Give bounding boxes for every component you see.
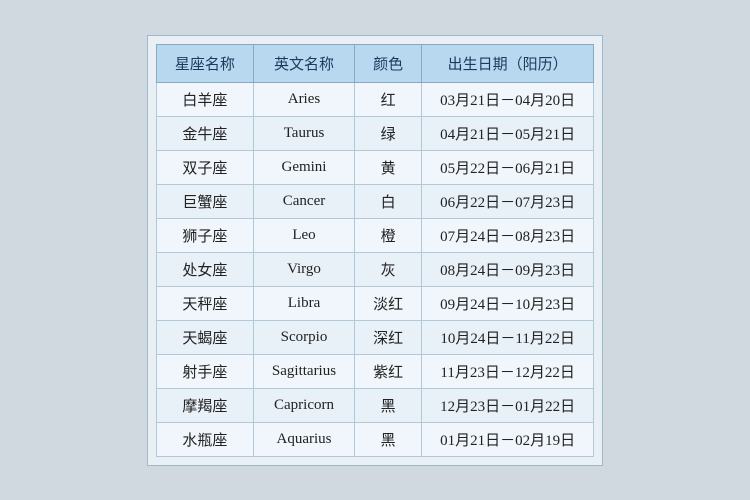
table-cell: Aquarius [253,422,354,456]
table-cell: Cancer [253,184,354,218]
table-cell: 橙 [355,218,422,252]
table-header-cell: 星座名称 [156,44,253,82]
table-row: 双子座Gemini黄05月22日－06月21日 [156,150,593,184]
table-header-cell: 颜色 [355,44,422,82]
table-cell: 红 [355,82,422,116]
table-cell: 绿 [355,116,422,150]
table-cell: Capricorn [253,388,354,422]
table-row: 巨蟹座Cancer白06月22日－07月23日 [156,184,593,218]
table-row: 射手座Sagittarius紫红11月23日－12月22日 [156,354,593,388]
table-cell: 双子座 [156,150,253,184]
table-cell: 摩羯座 [156,388,253,422]
table-row: 处女座Virgo灰08月24日－09月23日 [156,252,593,286]
table-cell: 金牛座 [156,116,253,150]
table-cell: Libra [253,286,354,320]
table-cell: 射手座 [156,354,253,388]
table-cell: 白 [355,184,422,218]
zodiac-table-container: 星座名称英文名称颜色出生日期（阳历） 白羊座Aries红03月21日－04月20… [147,35,603,466]
table-cell: Leo [253,218,354,252]
table-cell: 10月24日－11月22日 [422,320,594,354]
table-cell: 处女座 [156,252,253,286]
table-cell: Gemini [253,150,354,184]
table-header-cell: 出生日期（阳历） [422,44,594,82]
table-row: 白羊座Aries红03月21日－04月20日 [156,82,593,116]
table-cell: 12月23日－01月22日 [422,388,594,422]
table-cell: 狮子座 [156,218,253,252]
table-cell: Virgo [253,252,354,286]
table-cell: 深红 [355,320,422,354]
table-cell: 03月21日－04月20日 [422,82,594,116]
table-cell: Aries [253,82,354,116]
table-row: 狮子座Leo橙07月24日－08月23日 [156,218,593,252]
table-row: 天秤座Libra淡红09月24日－10月23日 [156,286,593,320]
table-cell: 黑 [355,422,422,456]
table-cell: Sagittarius [253,354,354,388]
table-cell: 09月24日－10月23日 [422,286,594,320]
table-row: 天蝎座Scorpio深红10月24日－11月22日 [156,320,593,354]
table-cell: 11月23日－12月22日 [422,354,594,388]
table-cell: 淡红 [355,286,422,320]
zodiac-table: 星座名称英文名称颜色出生日期（阳历） 白羊座Aries红03月21日－04月20… [156,44,594,457]
table-cell: Scorpio [253,320,354,354]
table-cell: 08月24日－09月23日 [422,252,594,286]
table-cell: 黄 [355,150,422,184]
table-cell: 天蝎座 [156,320,253,354]
table-row: 金牛座Taurus绿04月21日－05月21日 [156,116,593,150]
table-cell: 01月21日－02月19日 [422,422,594,456]
table-header-row: 星座名称英文名称颜色出生日期（阳历） [156,44,593,82]
table-cell: 灰 [355,252,422,286]
table-cell: Taurus [253,116,354,150]
table-row: 水瓶座Aquarius黑01月21日－02月19日 [156,422,593,456]
table-cell: 白羊座 [156,82,253,116]
table-cell: 07月24日－08月23日 [422,218,594,252]
table-cell: 05月22日－06月21日 [422,150,594,184]
table-header-cell: 英文名称 [253,44,354,82]
table-cell: 04月21日－05月21日 [422,116,594,150]
table-cell: 水瓶座 [156,422,253,456]
table-cell: 黑 [355,388,422,422]
table-row: 摩羯座Capricorn黑12月23日－01月22日 [156,388,593,422]
table-cell: 06月22日－07月23日 [422,184,594,218]
table-cell: 紫红 [355,354,422,388]
table-cell: 巨蟹座 [156,184,253,218]
table-cell: 天秤座 [156,286,253,320]
